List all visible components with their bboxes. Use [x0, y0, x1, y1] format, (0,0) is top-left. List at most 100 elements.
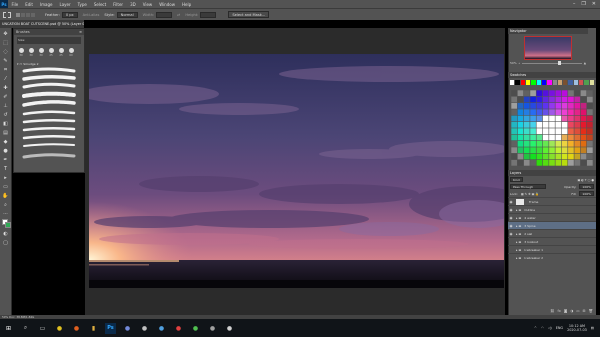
- height-input[interactable]: [200, 11, 217, 18]
- color-swatch[interactable]: [536, 102, 543, 109]
- color-swatch[interactable]: [561, 121, 568, 128]
- color-swatch[interactable]: [520, 80, 525, 85]
- explorer-icon[interactable]: ▮: [88, 323, 99, 334]
- add-mask-icon[interactable]: ◙: [564, 309, 567, 313]
- color-swatch[interactable]: [517, 134, 524, 141]
- color-swatch[interactable]: [561, 96, 568, 103]
- color-swatch[interactable]: [549, 102, 555, 109]
- color-swatch[interactable]: [536, 109, 543, 116]
- color-swatch[interactable]: [542, 134, 549, 141]
- color-swatch[interactable]: [580, 90, 587, 97]
- color-swatch[interactable]: [574, 153, 581, 160]
- color-swatch[interactable]: [536, 159, 543, 166]
- color-swatch[interactable]: [568, 121, 574, 128]
- color-swatch[interactable]: [580, 102, 587, 109]
- task-view-icon[interactable]: ▭: [37, 323, 48, 334]
- windows-start-icon[interactable]: ⊞: [3, 323, 14, 334]
- brush-preset[interactable]: 30: [37, 48, 45, 58]
- clone-stamp-tool-icon[interactable]: ⊥: [2, 102, 10, 110]
- filter-icons[interactable]: ▣ ◐ T ▢ ●: [577, 178, 594, 182]
- color-swatch[interactable]: [580, 147, 587, 154]
- color-swatch[interactable]: [568, 102, 574, 109]
- color-swatch[interactable]: [557, 80, 563, 85]
- color-swatch[interactable]: [586, 159, 593, 166]
- layer-row[interactable]: ▸ ▬ Icebreaker 2: [508, 253, 596, 261]
- color-swatch[interactable]: [574, 121, 581, 128]
- color-swatch[interactable]: [542, 96, 549, 103]
- color-swatch[interactable]: [580, 159, 587, 166]
- color-swatch[interactable]: [530, 134, 536, 141]
- menu-help[interactable]: Help: [178, 2, 194, 7]
- folder-icon[interactable]: ▸ ▬: [516, 248, 521, 252]
- color-swatch[interactable]: [555, 96, 562, 103]
- new-layer-icon[interactable]: ⊞: [583, 309, 586, 313]
- color-swatch[interactable]: [568, 159, 574, 166]
- document-canvas[interactable]: [89, 54, 504, 288]
- color-swatch[interactable]: [511, 153, 518, 160]
- color-swatch[interactable]: [523, 121, 530, 128]
- color-swatch[interactable]: [511, 134, 518, 141]
- color-swatch[interactable]: [525, 80, 531, 85]
- color-swatch[interactable]: [531, 80, 536, 85]
- color-swatch[interactable]: [555, 128, 562, 135]
- app-icon-5[interactable]: ●: [224, 323, 235, 334]
- path-select-tool-icon[interactable]: ▸: [2, 174, 10, 182]
- color-swatch[interactable]: [580, 153, 587, 160]
- color-swatch[interactable]: [552, 80, 557, 85]
- color-swatch[interactable]: [549, 134, 555, 141]
- color-swatch[interactable]: [511, 90, 518, 97]
- color-swatch[interactable]: [542, 115, 549, 122]
- brush-preset[interactable]: 25: [57, 48, 65, 58]
- gradient-tool-icon[interactable]: ▤: [2, 129, 10, 137]
- background-color-swatch[interactable]: [4, 222, 11, 228]
- color-swatch[interactable]: [574, 109, 581, 116]
- menu-select[interactable]: Select: [90, 2, 109, 7]
- color-swatch[interactable]: [555, 159, 562, 166]
- color-swatch[interactable]: [586, 96, 593, 103]
- color-swatch[interactable]: [580, 140, 587, 147]
- pen-tool-icon[interactable]: ✒: [2, 156, 10, 164]
- color-swatch[interactable]: [530, 102, 536, 109]
- panel-menu-icon[interactable]: ≡: [79, 30, 82, 34]
- lasso-tool-icon[interactable]: ◌: [2, 48, 10, 56]
- menu-view[interactable]: View: [139, 2, 156, 7]
- color-swatch[interactable]: [549, 140, 555, 147]
- close-button[interactable]: ✕: [592, 1, 596, 7]
- color-swatch[interactable]: [549, 115, 555, 122]
- brush-size-field[interactable]: Size:: [17, 37, 81, 44]
- color-swatch[interactable]: [561, 90, 568, 97]
- color-swatch[interactable]: [586, 153, 593, 160]
- color-swatch[interactable]: [555, 115, 562, 122]
- color-swatch[interactable]: [561, 147, 568, 154]
- hand-tool-icon[interactable]: ✋: [2, 192, 10, 200]
- layer-row[interactable]: ▸ ▬ 3 lookout: [508, 237, 596, 245]
- color-swatch[interactable]: [536, 128, 543, 135]
- app-icon-1[interactable]: ●: [156, 323, 167, 334]
- color-swatch[interactable]: [511, 102, 518, 109]
- color-swatch[interactable]: [536, 147, 543, 154]
- color-swatch[interactable]: [511, 96, 518, 103]
- color-swatch[interactable]: [549, 159, 555, 166]
- color-swatch[interactable]: [580, 109, 587, 116]
- color-swatch[interactable]: [568, 134, 574, 141]
- app-icon-4[interactable]: ●: [207, 323, 218, 334]
- color-swatch[interactable]: [517, 121, 524, 128]
- color-swatch[interactable]: [530, 90, 536, 97]
- color-swatch[interactable]: [542, 140, 549, 147]
- quick-mask-icon[interactable]: ◐: [2, 230, 10, 238]
- color-swatch[interactable]: [530, 121, 536, 128]
- color-swatch[interactable]: [517, 128, 524, 135]
- crop-tool-icon[interactable]: ⌗: [2, 66, 10, 74]
- color-swatch[interactable]: [536, 121, 543, 128]
- tray-chevron-icon[interactable]: ^: [534, 326, 537, 330]
- layer-filter-select[interactable]: Kind: [510, 177, 523, 182]
- zoom-tool-icon[interactable]: ⌕: [2, 201, 10, 209]
- color-swatches[interactable]: [1, 219, 11, 229]
- color-swatch[interactable]: [555, 140, 562, 147]
- brush-stroke-list[interactable]: [20, 67, 78, 167]
- folder-icon[interactable]: ▸ ▬: [516, 208, 521, 212]
- color-swatch[interactable]: [586, 128, 593, 135]
- color-swatch[interactable]: [541, 80, 547, 85]
- color-swatch[interactable]: [523, 153, 530, 160]
- color-swatch[interactable]: [517, 140, 524, 147]
